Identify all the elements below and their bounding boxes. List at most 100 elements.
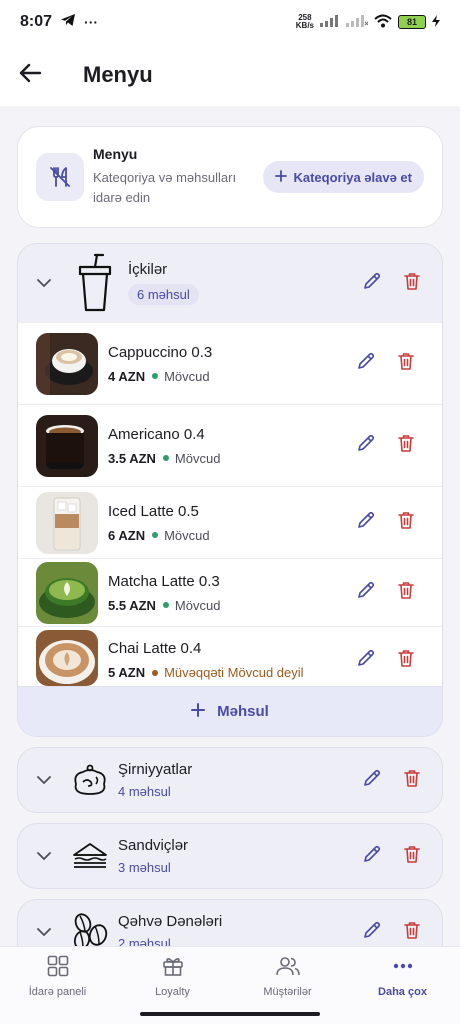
- status-dot: [162, 602, 169, 608]
- gesture-bar: [0, 1006, 460, 1024]
- edit-category-button[interactable]: [362, 272, 382, 295]
- menu-screen: 8:07 ··· 258 KB/s 81 Menyu Menyu Kateqor…: [0, 0, 460, 1024]
- product-row[interactable]: Americano 0.4 3.5 AZN Mövcud: [18, 404, 442, 486]
- pencil-icon: [357, 352, 375, 375]
- product-row[interactable]: Iced Latte 0.5 6 AZN Mövcud: [18, 486, 442, 558]
- americano-image: [36, 414, 98, 477]
- trash-icon: [404, 769, 420, 792]
- app-bar: Menyu: [0, 44, 460, 106]
- product-status: Mövcud: [164, 368, 210, 384]
- nav-more[interactable]: Daha çox: [345, 947, 460, 1006]
- product-price: 3.5 AZN: [108, 450, 156, 466]
- nav-label: Daha çox: [378, 986, 427, 998]
- home-indicator[interactable]: [140, 1012, 320, 1016]
- category-header[interactable]: İçkilər 6 məhsul: [18, 244, 442, 322]
- delete-product-button[interactable]: [396, 582, 416, 603]
- chevron-down-icon[interactable]: [34, 775, 54, 785]
- category-count-badge: 6 məhsul: [128, 284, 199, 305]
- cappuccino-image: [36, 332, 98, 395]
- category-count: 2 məhsul: [118, 936, 171, 946]
- product-status: Mövcud: [164, 527, 210, 543]
- add-category-button[interactable]: Kateqoriya əlavə et: [263, 161, 424, 193]
- chevron-down-icon[interactable]: [34, 278, 54, 288]
- signal-2-icon: [346, 14, 369, 30]
- network-speed-unit: KB/s: [295, 21, 314, 30]
- nav-customers[interactable]: Müştərilər: [230, 947, 345, 1006]
- pencil-icon: [363, 272, 381, 295]
- product-price: 5 AZN: [108, 665, 146, 680]
- product-price: 4 AZN: [108, 368, 146, 384]
- edit-category-button[interactable]: [362, 845, 382, 868]
- menu-content[interactable]: Menyu Kateqoriya və məhsulları idarə edi…: [0, 106, 460, 946]
- pencil-icon: [357, 581, 375, 604]
- plus-icon: [275, 169, 288, 185]
- nav-dashboard[interactable]: İdarə paneli: [0, 947, 115, 1006]
- trash-icon: [398, 352, 414, 375]
- plus-icon: [191, 702, 206, 721]
- category-card-drinks: İçkilər 6 məhsul Cappuccino 0.3 4 AZN Mö…: [17, 243, 443, 737]
- edit-category-button[interactable]: [362, 769, 382, 790]
- charging-icon: [432, 14, 440, 30]
- product-price: 6 AZN: [108, 527, 146, 543]
- trash-icon: [398, 649, 414, 672]
- delete-category-button[interactable]: [402, 769, 422, 792]
- matcha-latte-image: [36, 561, 98, 624]
- edit-product-button[interactable]: [356, 434, 376, 456]
- back-button[interactable]: [0, 44, 60, 106]
- header-title: Menyu: [93, 146, 138, 162]
- edit-category-button[interactable]: [362, 921, 382, 944]
- status-dot: [152, 669, 159, 676]
- product-name: Iced Latte 0.5: [108, 502, 199, 520]
- network-speed: 258 KB/s: [296, 14, 314, 30]
- category-name: İçkilər: [128, 261, 168, 278]
- pencil-icon: [357, 511, 375, 534]
- delete-category-button[interactable]: [402, 845, 422, 866]
- menu-header-card: Menyu Kateqoriya və məhsulları idarə edi…: [17, 126, 443, 228]
- cup-icon: [72, 251, 118, 315]
- telegram-icon: [60, 13, 76, 32]
- category-name: Qəhvə Dənələri: [118, 913, 223, 930]
- category-card-coffee-beans: Qəhvə Dənələri 2 məhsul: [17, 899, 443, 946]
- coffee-beans-icon: [70, 912, 110, 946]
- cinnamon-roll-icon: [70, 760, 110, 800]
- delete-product-button[interactable]: [396, 435, 416, 456]
- product-name: Matcha Latte 0.3: [108, 572, 220, 590]
- dashboard-icon: [47, 955, 69, 980]
- chevron-down-icon[interactable]: [34, 927, 54, 937]
- edit-product-button[interactable]: [356, 511, 376, 534]
- category-header[interactable]: Qəhvə Dənələri 2 məhsul: [18, 900, 442, 946]
- pencil-icon: [363, 921, 381, 944]
- status-bar: 8:07 ··· 258 KB/s 81: [0, 0, 460, 44]
- product-row[interactable]: Matcha Latte 0.3 5.5 AZN Mövcud: [18, 558, 442, 626]
- edit-product-button[interactable]: [356, 649, 376, 670]
- add-category-label: Kateqoriya əlavə et: [293, 169, 412, 185]
- more-notifications-icon: ···: [84, 14, 99, 30]
- status-dot: [152, 373, 159, 379]
- delete-category-button[interactable]: [402, 921, 422, 944]
- nav-loyalty[interactable]: Loyalty: [115, 947, 230, 1006]
- product-price: 5.5 AZN: [108, 597, 156, 613]
- delete-product-button[interactable]: [396, 512, 416, 533]
- add-product-button[interactable]: Məhsul: [18, 686, 442, 736]
- status-time: 8:07: [20, 13, 53, 30]
- category-header[interactable]: Sandviçlər 3 məhsul: [18, 824, 442, 888]
- delete-product-button[interactable]: [396, 649, 416, 672]
- status-dot: [162, 455, 169, 461]
- product-name: Americano 0.4: [108, 425, 205, 443]
- category-name: Şirniyyatlar: [118, 761, 193, 778]
- add-product-label: Məhsul: [217, 703, 269, 720]
- edit-product-button[interactable]: [356, 581, 376, 604]
- delete-category-button[interactable]: [402, 272, 422, 293]
- edit-product-button[interactable]: [356, 352, 376, 375]
- category-count: 4 məhsul: [118, 784, 171, 799]
- category-header[interactable]: Şirniyyatlar 4 məhsul: [18, 748, 442, 812]
- header-subtitle: Kateqoriya və məhsulları idarə edin: [93, 170, 237, 205]
- product-row[interactable]: Chai Latte 0.4 5 AZN Müvəqqəti Mövcud de…: [18, 626, 442, 686]
- delete-product-button[interactable]: [396, 352, 416, 375]
- trash-icon: [404, 921, 420, 944]
- product-row[interactable]: Cappuccino 0.3 4 AZN Mövcud: [18, 322, 442, 404]
- pencil-icon: [363, 845, 381, 868]
- category-card-sweets: Şirniyyatlar 4 məhsul: [17, 747, 443, 813]
- product-name: Cappuccino 0.3: [108, 343, 213, 361]
- chevron-down-icon[interactable]: [34, 851, 54, 861]
